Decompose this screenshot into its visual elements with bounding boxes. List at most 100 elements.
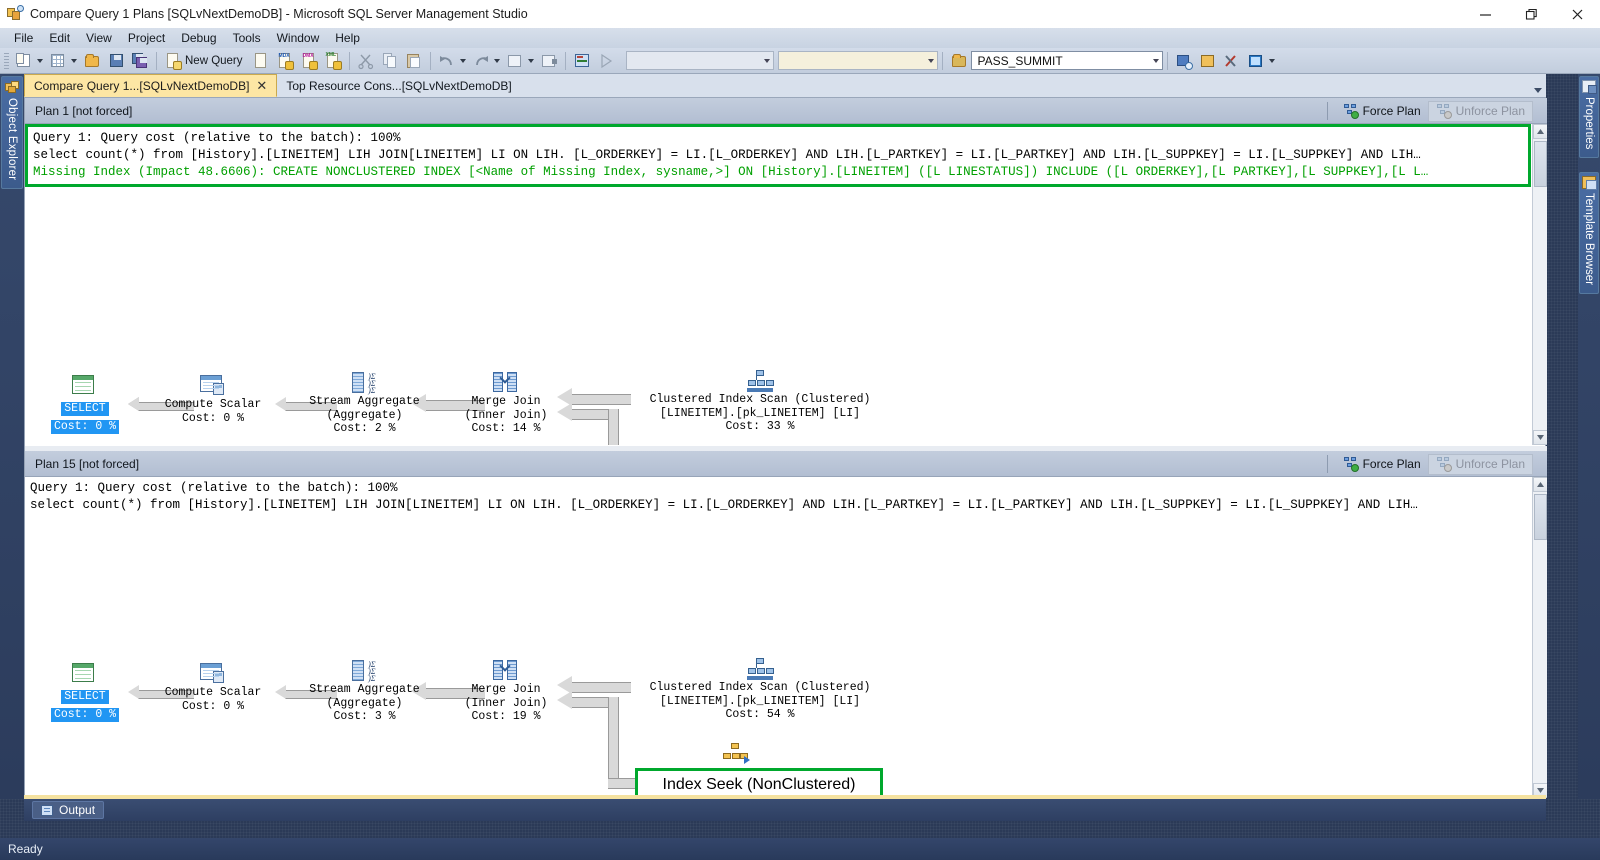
stream-aggregate-line-0: Stream Aggregate (287, 395, 442, 409)
new-analysis-services-dmx-query-button[interactable]: DMX (298, 50, 320, 72)
open-file-button[interactable] (81, 50, 103, 72)
compute-scalar-node[interactable]: Compute Scalar Cost: 0 % (143, 663, 283, 713)
select-node[interactable]: SELECT Cost: 0 % (33, 375, 137, 434)
object-explorer-button[interactable] (1197, 50, 1219, 72)
properties-window-button[interactable] (1245, 50, 1277, 72)
force-plan-button[interactable]: Force Plan (1336, 454, 1428, 475)
plan-15-vertical-scrollbar[interactable] (1532, 477, 1547, 798)
xmla-query-icon: XML (324, 52, 342, 70)
new-project-button[interactable] (13, 50, 45, 72)
undo-arrow-icon (438, 52, 456, 70)
properties-icon (1582, 80, 1596, 93)
stream-aggregate-node[interactable]: )Σ)Σ)Σ Stream Aggregate (Aggregate) Cost… (287, 372, 442, 436)
arrowhead-mergejoin-bottom (557, 691, 572, 709)
scroll-up-icon[interactable] (1533, 124, 1547, 139)
cut-button[interactable] (355, 50, 377, 72)
plan-1-vertical-scrollbar[interactable] (1532, 124, 1547, 445)
highlighted-index-seek-node[interactable]: Index Seek (NonClustered) [LINEITEM].[IX… (635, 768, 883, 798)
stream-aggregate-line-1: (Aggregate) (287, 409, 442, 423)
window-title: Compare Query 1 Plans [SQLvNextDemoDB] -… (30, 7, 528, 21)
compute-scalar-node[interactable]: Compute Scalar Cost: 0 % (143, 375, 283, 425)
plan-1-query-line-0: Query 1: Query cost (relative to the bat… (33, 130, 1528, 147)
minimize-icon[interactable] (1462, 0, 1508, 28)
chevron-down-icon[interactable] (1534, 88, 1542, 93)
merge-join-node[interactable]: Merge Join (Inner Join) Cost: 19 % (455, 660, 557, 724)
copy-icon (381, 52, 399, 70)
menu-item-debug[interactable]: Debug (173, 29, 224, 47)
restore-icon[interactable] (1508, 0, 1554, 28)
menu-item-file[interactable]: File (6, 29, 41, 47)
clustered-index-scan-node[interactable]: Clustered Index Scan (Clustered) [LINEIT… (620, 370, 900, 434)
undo-button[interactable] (436, 50, 468, 72)
plan-15-body: Query 1: Query cost (relative to the bat… (25, 477, 1547, 798)
menu-item-window[interactable]: Window (269, 29, 328, 47)
paste-button[interactable] (403, 50, 425, 72)
menu-item-help[interactable]: Help (327, 29, 368, 47)
sidebar-item-template-browser[interactable]: Template Browser (1579, 172, 1599, 294)
menu-item-edit[interactable]: Edit (41, 29, 78, 47)
tab-label: Top Resource Cons...[SQLvNextDemoDB] (286, 79, 511, 93)
compute-scalar-line-1: Cost: 0 % (143, 412, 283, 426)
uncomment-button[interactable] (538, 50, 560, 72)
redo-button[interactable] (470, 50, 502, 72)
save-button[interactable] (105, 50, 127, 72)
new-analysis-services-mdx-query-button[interactable]: MDX (274, 50, 296, 72)
new-query-button[interactable]: New Query (162, 50, 248, 72)
output-icon (41, 805, 53, 816)
stream-aggregate-node[interactable]: )Σ)Σ)Σ Stream Aggregate (Aggregate) Cost… (287, 660, 442, 724)
tab-compare-query-plans[interactable]: Compare Query 1...[SQLvNextDemoDB] ✕ (24, 74, 277, 97)
merge-join-node[interactable]: Merge Join (Inner Join) Cost: 14 % (455, 372, 557, 436)
unforce-plan-icon (1436, 457, 1451, 471)
clustered-index-scan-node[interactable]: Clustered Index Scan (Clustered) [LINEIT… (620, 658, 900, 722)
close-icon[interactable]: ✕ (256, 79, 267, 92)
execute-button[interactable] (595, 50, 617, 72)
close-icon[interactable] (1554, 0, 1600, 28)
menu-item-view[interactable]: View (78, 29, 120, 47)
mdx-query-icon: MDX (276, 52, 294, 70)
toolbar-combo-2[interactable] (778, 51, 938, 70)
plan-15-scroll-thumb[interactable] (1534, 494, 1547, 540)
merge-join-line-2: Cost: 19 % (455, 710, 557, 724)
scroll-down-icon[interactable] (1533, 430, 1547, 445)
select-operator-icon (72, 375, 94, 394)
comment-button[interactable] (504, 50, 536, 72)
sidebar-item-properties[interactable]: Properties (1579, 76, 1599, 158)
stream-aggregate-line-1: (Aggregate) (287, 697, 442, 711)
plan-1-scroll-thumb[interactable] (1534, 141, 1547, 187)
copy-button[interactable] (379, 50, 401, 72)
toolbar-grip[interactable] (4, 53, 9, 69)
save-all-button[interactable] (129, 50, 151, 72)
unforce-plan-button[interactable]: Unforce Plan (1428, 101, 1533, 122)
force-plan-button[interactable]: Force Plan (1336, 101, 1428, 122)
index-seek-operator-icon (722, 743, 748, 763)
clustered-index-scan-line-2: Cost: 33 % (620, 420, 900, 434)
plan-1-graph: SELECT Cost: 0 % Compute Scalar Cost: 0 … (25, 187, 1547, 437)
new-database-engine-query-button[interactable] (250, 50, 272, 72)
show-plan-button[interactable] (571, 50, 593, 72)
unforce-plan-button[interactable]: Unforce Plan (1428, 454, 1533, 475)
force-plan-icon (1343, 457, 1358, 471)
status-bar: Ready (0, 838, 1600, 860)
template-explorer-button[interactable] (1221, 50, 1243, 72)
select-node[interactable]: SELECT Cost: 0 % (33, 663, 137, 722)
merge-join-line-1: (Inner Join) (455, 409, 557, 423)
select-node-line-0: SELECT (61, 690, 108, 704)
menu-item-project[interactable]: Project (120, 29, 173, 47)
menu-item-tools[interactable]: Tools (225, 29, 269, 47)
database-combo[interactable]: PASS_SUMMIT (971, 51, 1163, 70)
tab-top-resource-consumers[interactable]: Top Resource Cons...[SQLvNextDemoDB] (277, 74, 520, 97)
new-item-button[interactable] (47, 50, 79, 72)
ssms-window: Compare Query 1 Plans [SQLvNextDemoDB] -… (0, 0, 1600, 860)
toolbar-combo-1[interactable] (626, 51, 774, 70)
tab-output[interactable]: Output (32, 801, 104, 819)
uncomment-icon (540, 52, 558, 70)
comment-icon (506, 52, 524, 70)
scroll-up-icon[interactable] (1533, 477, 1547, 492)
connect-button[interactable] (948, 50, 970, 72)
highlighted-node-icon-wrap (722, 743, 748, 765)
registered-servers-button[interactable] (1173, 50, 1195, 72)
new-analysis-services-xmla-query-button[interactable]: XML (322, 50, 344, 72)
merge-join-line-1: (Inner Join) (455, 697, 557, 711)
sidebar-item-object-explorer[interactable]: Object Explorer (1, 76, 23, 189)
plan-1-pane: Plan 1 [not forced] Force Plan (25, 98, 1547, 446)
